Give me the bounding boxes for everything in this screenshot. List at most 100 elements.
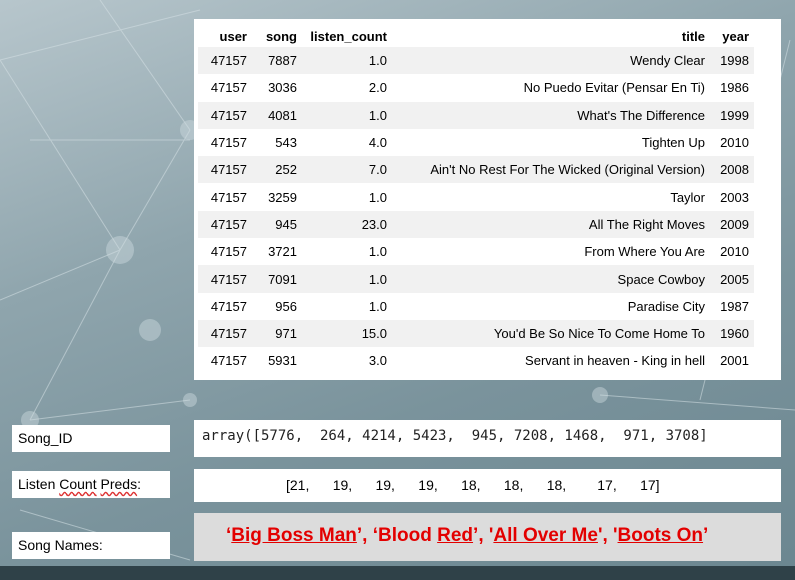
cell-title: Paradise City	[392, 292, 710, 320]
cell-user: 47157	[198, 101, 252, 129]
song-name-2b: Red	[437, 525, 474, 546]
cell-year: 2008	[710, 156, 754, 184]
table-row: 47157 956 1.0 Paradise City 1987	[198, 292, 754, 320]
cell-year: 1960	[710, 319, 754, 348]
song-names-quote-end: ’	[703, 525, 709, 546]
song-name-3: All Over Me	[493, 525, 598, 546]
cell-listen-count: 4.0	[302, 128, 392, 157]
cell-title: Tighten Up	[392, 128, 710, 157]
song-names-output: ‘Big Boss Man’, ‘Blood Red’, 'All Over M…	[226, 525, 708, 547]
cell-year: 2010	[710, 128, 754, 157]
song-names-sep-1: ’, ‘	[356, 525, 379, 546]
listen-count-preds-colon: :	[137, 476, 141, 492]
cell-year: 1986	[710, 74, 754, 102]
listen-count-preds-word-2: Count	[59, 476, 97, 492]
cell-title: No Puedo Evitar (Pensar En Ti)	[392, 74, 710, 102]
cell-title: All The Right Moves	[392, 210, 710, 239]
cell-song: 543	[252, 128, 302, 157]
cell-song: 252	[252, 156, 302, 184]
cell-year: 1998	[710, 47, 754, 75]
column-header-listen-count: listen_count	[310, 28, 387, 44]
cell-year: 2009	[710, 210, 754, 239]
cell-year: 2005	[710, 265, 754, 293]
dataframe-table: user song listen_count title year 47157 7…	[198, 25, 754, 375]
cell-song: 4081	[252, 101, 302, 129]
table-row: 47157 4081 1.0 What's The Difference 1999	[198, 101, 754, 129]
cell-listen-count: 2.0	[302, 74, 392, 102]
cell-title: From Where You Are	[392, 238, 710, 266]
cell-listen-count: 15.0	[302, 319, 392, 348]
cell-title: Wendy Clear	[392, 47, 710, 75]
cell-song: 7887	[252, 47, 302, 75]
cell-listen-count: 1.0	[302, 101, 392, 129]
cell-title: Ain't No Rest For The Wicked (Original V…	[392, 156, 710, 184]
cell-song: 3721	[252, 238, 302, 266]
listen-count-preds-word-3: Preds	[100, 476, 138, 492]
cell-year: 2010	[710, 238, 754, 266]
song-id-label-text: Song_ID	[18, 430, 73, 446]
cell-user: 47157	[198, 210, 252, 239]
cell-user: 47157	[198, 238, 252, 266]
cell-listen-count: 1.0	[302, 183, 392, 211]
cell-user: 47157	[198, 292, 252, 320]
cell-song: 3259	[252, 183, 302, 211]
cell-listen-count: 1.0	[302, 292, 392, 320]
cell-year: 2001	[710, 347, 754, 375]
cell-user: 47157	[198, 156, 252, 184]
dataframe-panel: user song listen_count title year 47157 7…	[194, 19, 781, 380]
cell-user: 47157	[198, 319, 252, 348]
cell-listen-count: 1.0	[302, 47, 392, 75]
cell-listen-count: 3.0	[302, 347, 392, 375]
cell-user: 47157	[198, 47, 252, 75]
cell-song: 956	[252, 292, 302, 320]
column-header-user: user	[219, 28, 247, 44]
column-header-title: title	[681, 28, 705, 44]
cell-user: 47157	[198, 347, 252, 375]
cell-song: 3036	[252, 74, 302, 102]
song-name-4: Boots On	[617, 525, 704, 546]
table-row: 47157 971 15.0 You'd Be So Nice To Come Hom…	[198, 319, 754, 348]
cell-song: 971	[252, 319, 302, 348]
listen-count-preds-word-1: Listen	[18, 476, 60, 492]
song-names-label: Song Names:	[12, 532, 170, 559]
table-row: 47157 945 23.0 All The Right Moves 2009	[198, 210, 754, 239]
listen-count-preds-label: Listen Count Preds:	[12, 471, 170, 498]
listen-count-preds-output: [21, 19, 19, 19, 18, 18, 18, 17, 17]	[286, 477, 660, 493]
song-names-output-panel: ‘Big Boss Man’, ‘Blood Red’, 'All Over M…	[194, 513, 781, 561]
cell-title: Space Cowboy	[392, 265, 710, 293]
cell-year: 1999	[710, 101, 754, 129]
cell-listen-count: 1.0	[302, 238, 392, 266]
table-row: 47157 5931 3.0 Servant in heaven - King in …	[198, 347, 754, 375]
column-header-year: year	[722, 28, 749, 44]
table-row: 47157 7091 1.0 Space Cowboy 2005	[198, 265, 754, 293]
cell-title: Servant in heaven - King in hell	[392, 347, 710, 375]
song-names-sep-3: ', '	[597, 525, 618, 546]
song-name-1: Big Boss Man	[231, 525, 357, 546]
cell-title: What's The Difference	[392, 101, 710, 129]
cell-user: 47157	[198, 265, 252, 293]
cell-year: 1987	[710, 292, 754, 320]
column-header-song: song	[265, 28, 297, 44]
table-row: 47157 3259 1.0 Taylor 2003	[198, 183, 754, 211]
song-names-sep-2: ’, '	[473, 525, 494, 546]
cell-user: 47157	[198, 128, 252, 157]
cell-title: You'd Be So Nice To Come Home To	[392, 319, 710, 348]
cell-listen-count: 1.0	[302, 265, 392, 293]
table-row: 47157 543 4.0 Tighten Up 2010	[198, 128, 754, 157]
cell-song: 5931	[252, 347, 302, 375]
song-name-2a: Blood	[378, 525, 432, 546]
listen-count-preds-output-panel: [21, 19, 19, 19, 18, 18, 18, 17, 17]	[194, 469, 781, 502]
table-row: 47157 3036 2.0 No Puedo Evitar (Pensar En T…	[198, 74, 754, 102]
song-names-label-text: Song Names:	[18, 537, 103, 553]
song-id-output-panel: array([5776, 264, 4214, 5423, 945, 7208,…	[194, 420, 781, 457]
table-row: 47157 3721 1.0 From Where You Are 2010	[198, 238, 754, 266]
song-id-array-output: array([5776, 264, 4214, 5423, 945, 7208,…	[202, 428, 708, 444]
table-header-row: user song listen_count title year	[198, 25, 754, 47]
cell-listen-count: 23.0	[302, 210, 392, 239]
cell-user: 47157	[198, 74, 252, 102]
cell-year: 2003	[710, 183, 754, 211]
table-row: 47157 252 7.0 Ain't No Rest For The Wicked …	[198, 156, 754, 184]
cell-song: 7091	[252, 265, 302, 293]
cell-listen-count: 7.0	[302, 156, 392, 184]
table-row: 47157 7887 1.0 Wendy Clear 1998	[198, 47, 754, 75]
